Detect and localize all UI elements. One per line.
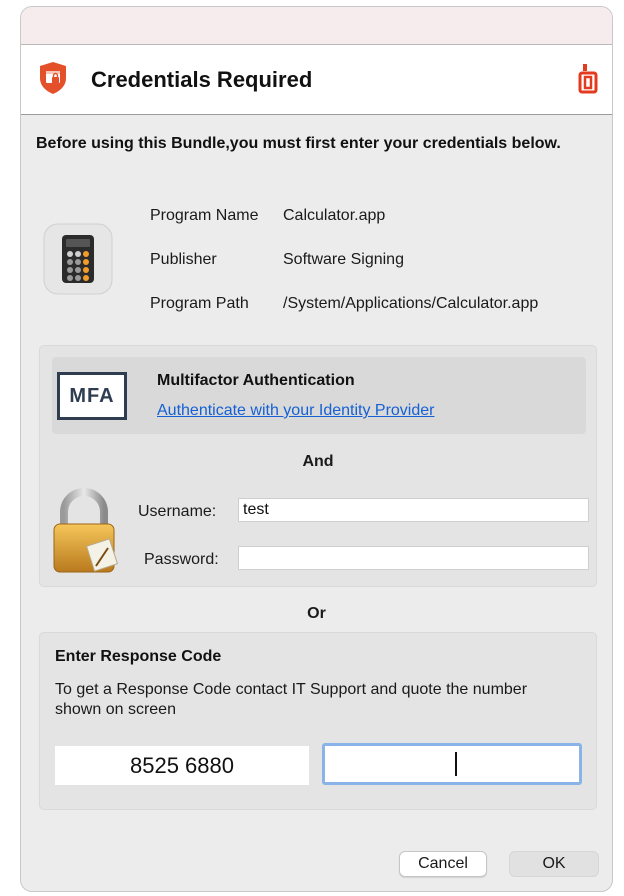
response-code-field[interactable]	[322, 743, 582, 785]
mfa-section: MFA Multifactor Authentication Authentic…	[52, 357, 586, 434]
response-code-title: Enter Response Code	[55, 648, 222, 665]
dialog-header: Credentials Required	[21, 45, 612, 115]
publisher-label: Publisher	[150, 251, 217, 268]
cancel-button[interactable]: Cancel	[399, 851, 487, 877]
mfa-logo: MFA	[57, 372, 127, 420]
mfa-login-group: MFA Multifactor Authentication Authentic…	[39, 345, 597, 587]
ok-button[interactable]: OK	[509, 851, 599, 877]
password-label: Password:	[144, 551, 219, 568]
username-field[interactable]	[238, 498, 589, 522]
text-caret	[455, 752, 457, 776]
shield-lock-icon	[40, 62, 66, 94]
identity-provider-link[interactable]: Authenticate with your Identity Provider	[157, 402, 434, 420]
program-name-label: Program Name	[150, 207, 259, 224]
mfa-title: Multifactor Authentication	[157, 372, 355, 389]
response-code-group: Enter Response Code To get a Response Co…	[39, 632, 597, 810]
program-name-value: Calculator.app	[283, 207, 386, 224]
dialog-title: Credentials Required	[91, 67, 313, 92]
password-field[interactable]	[238, 546, 589, 570]
response-code-description: To get a Response Code contact IT Suppor…	[55, 681, 528, 718]
padlock-icon	[53, 488, 119, 573]
challenge-code-display: 8525 6880	[55, 746, 309, 785]
window-titlebar	[21, 7, 612, 45]
calculator-app-icon	[43, 223, 113, 295]
publisher-value: Software Signing	[283, 251, 404, 268]
username-label: Username:	[138, 503, 217, 520]
and-label: And	[302, 453, 334, 470]
intro-text: Before using this Bundle,you must first …	[36, 135, 561, 152]
program-path-label: Program Path	[150, 295, 249, 312]
brand-logo-icon	[578, 64, 598, 94]
or-label: Or	[307, 605, 326, 622]
program-path-value: /System/Applications/Calculator.app	[283, 295, 539, 312]
credentials-dialog: Credentials Required Before using this B…	[20, 6, 613, 892]
